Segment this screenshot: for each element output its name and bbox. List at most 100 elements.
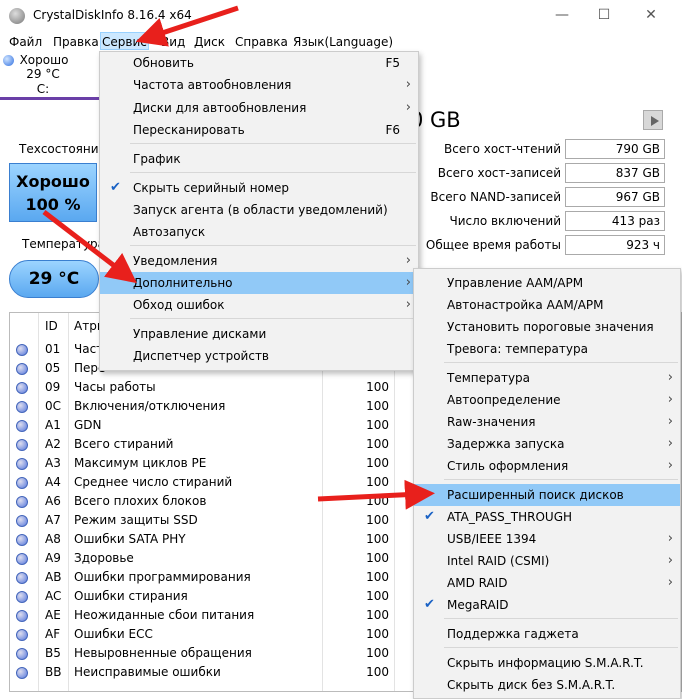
menu-item[interactable]: ✔ ATA_PASS_THROUGH [414,506,680,528]
disk-tab-temp: 29 °C [26,67,60,81]
status-dot-icon [16,515,28,527]
menu-item-label: Скрыть диск без S.M.A.R.T. [447,678,616,692]
menu-language[interactable]: Язык(Language) [292,33,394,51]
submenu-arrow-icon: › [405,77,411,92]
service-menu: Обновить F5 Частота автообновления › Диски д… [99,51,419,371]
attribute-name: Здоровье [74,551,134,565]
menu-item[interactable]: Стиль оформления › [414,455,680,477]
attribute-value: 100 [366,494,389,508]
attribute-id: A2 [45,437,61,451]
menu-item[interactable]: Скрыть диск без S.M.A.R.T. [414,674,680,696]
menu-item[interactable]: Intel RAID (CSMI) › [414,550,680,572]
health-status-box: Хорошо 100 % [9,163,97,222]
menu-separator [444,479,678,480]
attribute-id: B5 [45,646,61,660]
menu-item[interactable]: Автозапуск [100,221,418,243]
menu-item[interactable]: Тревога: температура [414,338,680,360]
menu-disk[interactable]: Диск [193,33,226,51]
menu-item-label: Raw-значения [447,415,536,429]
status-dot-icon [16,420,28,432]
minimize-button[interactable]: — [552,6,572,24]
menu-item[interactable]: Дополнительно › [100,272,418,294]
stat-label: Число включений [449,214,561,228]
attribute-name: Режим защиты SSD [74,513,198,527]
menu-item[interactable]: Поддержка гаджета [414,623,680,645]
attribute-value: 100 [366,418,389,432]
attribute-name: Неожиданные сбои питания [74,608,255,622]
disk-tab-drive: C: [36,82,50,96]
menu-item[interactable]: Установить пороговые значения [414,316,680,338]
disk-tab-underline [0,97,100,100]
menu-item[interactable]: Частота автообновления › [100,74,418,96]
menu-separator [444,647,678,648]
attribute-id: A1 [45,418,61,432]
menu-item[interactable]: Управление AAM/APM [414,272,680,294]
menu-item[interactable]: ✔ Скрыть серийный номер [100,177,418,199]
menu-item[interactable]: Запуск агента (в области уведомлений) [100,199,418,221]
status-dot-icon [16,439,28,451]
menu-view[interactable]: Вид [160,33,186,51]
next-disk-button[interactable] [643,110,663,130]
menu-edit[interactable]: Правка [52,33,100,51]
menu-item[interactable]: Расширенный поиск дисков [414,484,680,506]
menu-service[interactable]: Сервис [100,32,149,50]
menu-item[interactable]: Автоопределение › [414,389,680,411]
menu-item[interactable]: Автонастройка AAM/APM [414,294,680,316]
submenu-arrow-icon: › [405,100,411,115]
status-dot-icon [16,363,28,375]
temp-value: 29 °C [9,260,99,298]
stat-value: 967 GB [565,187,665,207]
close-button[interactable]: ✕ [641,6,661,24]
attribute-value: 100 [366,627,389,641]
menu-item[interactable]: Диспетчер устройств [100,345,418,367]
menu-item-label: Уведомления [133,254,218,268]
attribute-name: Ошибки стирания [74,589,188,603]
menu-item[interactable]: Диски для автообновления › [100,97,418,119]
menu-item-label: Температура [447,371,531,385]
attribute-id: A4 [45,475,61,489]
menu-item[interactable]: Температура › [414,367,680,389]
menu-item-label: График [133,152,181,166]
menu-item[interactable]: Пересканировать F6 [100,119,418,141]
header-id: ID [45,319,58,333]
menu-item[interactable]: Задержка запуска › [414,433,680,455]
temp-label: Температура [22,237,106,251]
menu-item[interactable]: ✔ MegaRAID [414,594,680,616]
stat-value: 923 ч [565,235,665,255]
health-label: Техсостояние [19,142,106,156]
menu-item-label: Диски для автообновления [133,101,307,115]
menu-item-shortcut: F6 [385,123,400,137]
menu-item[interactable]: Обновить F5 [100,52,418,74]
menu-help[interactable]: Справка [234,33,289,51]
menu-item-label: Задержка запуска [447,437,565,451]
menu-item[interactable]: Скрыть информацию S.M.A.R.T. [414,652,680,674]
menu-separator [130,143,416,144]
maximize-button[interactable]: ☐ [594,6,614,24]
attribute-id: A7 [45,513,61,527]
menu-item[interactable]: Уведомления › [100,250,418,272]
menu-item[interactable]: USB/IEEE 1394 › [414,528,680,550]
submenu-arrow-icon: › [667,531,673,546]
window-title: CrystalDiskInfo 8.16.4 x64 [33,8,192,22]
menu-item[interactable]: AMD RAID › [414,572,680,594]
disk-tab-c[interactable]: Хорошо 29 °C C: [0,51,100,99]
status-dot-icon [16,572,28,584]
menu-item[interactable]: Управление дисками [100,323,418,345]
menu-item-label: Поддержка гаджета [447,627,579,641]
attribute-value: 100 [366,665,389,679]
status-dot-icon [16,458,28,470]
menu-item-label: Управление AAM/APM [447,276,584,290]
submenu-arrow-icon: › [667,575,673,590]
menu-file[interactable]: Файл [8,33,43,51]
menu-item-label: Дополнительно [133,276,233,290]
menu-item-label: Диспетчер устройств [133,349,270,363]
menu-item[interactable]: Обход ошибок › [100,294,418,316]
status-dot-icon [16,477,28,489]
attribute-value: 100 [366,399,389,413]
menu-item-label: Тревога: температура [447,342,588,356]
attribute-value: 100 [366,589,389,603]
stat-label: Всего хост-записей [437,166,561,180]
status-dot-icon [16,667,28,679]
menu-item[interactable]: Raw-значения › [414,411,680,433]
menu-item[interactable]: График [100,148,418,170]
